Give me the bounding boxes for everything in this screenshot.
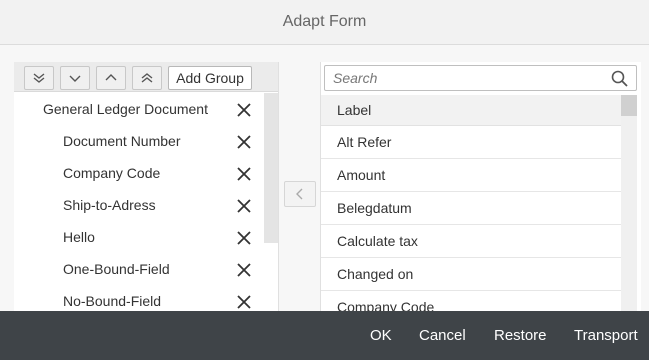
field-label: Company Code — [63, 165, 161, 181]
field-label: Ship-to-Adress — [63, 197, 156, 213]
list-item[interactable]: Amount — [321, 159, 621, 192]
remove-field-icon[interactable] — [236, 198, 252, 214]
available-fields-list: Label Alt Refer Amount Belegdatum Calcul… — [321, 95, 621, 311]
dialog-header: Adapt Form — [0, 0, 649, 45]
move-down-button[interactable] — [60, 66, 90, 90]
search-field[interactable] — [324, 65, 637, 91]
list-item[interactable]: Company Code — [321, 291, 621, 311]
chevron-down-icon — [69, 75, 81, 82]
list-item[interactable]: Alt Refer — [321, 126, 621, 159]
restore-button[interactable]: Restore — [494, 311, 547, 360]
field-label: Hello — [63, 229, 95, 245]
field-label: One-Bound-Field — [63, 261, 170, 277]
list-header: Label — [321, 95, 621, 126]
list-item[interactable]: Changed on — [321, 258, 621, 291]
list-item[interactable]: Calculate tax — [321, 225, 621, 258]
double-chevron-up-icon — [141, 73, 153, 83]
chevron-up-icon — [105, 74, 117, 81]
remove-field-icon[interactable] — [236, 230, 252, 246]
tree-field-row[interactable]: No-Bound-Field — [14, 285, 264, 311]
dialog-footer: OK Cancel Restore Transport — [0, 311, 649, 360]
search-icon[interactable] — [611, 70, 628, 87]
field-label: Document Number — [63, 133, 181, 149]
search-input[interactable] — [325, 66, 605, 90]
list-scrollbar-thumb[interactable] — [621, 95, 637, 116]
dialog-title: Adapt Form — [282, 13, 367, 30]
transport-button[interactable]: Transport — [574, 311, 638, 360]
tree-field-row[interactable]: Hello — [14, 221, 264, 253]
remove-field-icon[interactable] — [236, 166, 252, 182]
tree-scrollbar[interactable] — [264, 93, 278, 243]
tree-toolbar: Add Group — [14, 62, 278, 92]
add-group-button[interactable]: Add Group — [168, 66, 252, 90]
tree-field-row[interactable]: Company Code — [14, 157, 264, 189]
move-to-form-button[interactable] — [284, 181, 316, 207]
double-chevron-down-icon — [33, 73, 45, 83]
ok-button[interactable]: OK — [370, 311, 392, 360]
available-fields-panel: Label Alt Refer Amount Belegdatum Calcul… — [320, 62, 641, 311]
field-label: No-Bound-Field — [63, 293, 162, 309]
chevron-left-icon — [296, 188, 303, 200]
list-scrollbar[interactable] — [621, 95, 637, 311]
tree-group-row[interactable]: General Ledger Document — [14, 93, 264, 125]
tree-field-row[interactable]: Ship-to-Adress — [14, 189, 264, 221]
form-fields-panel: Add Group General Ledger Document Docume… — [14, 62, 279, 311]
remove-field-icon[interactable] — [236, 294, 252, 310]
move-to-top-button[interactable] — [132, 66, 162, 90]
remove-field-icon[interactable] — [236, 134, 252, 150]
dialog-content: Add Group General Ledger Document Docume… — [0, 45, 649, 311]
move-to-bottom-button[interactable] — [24, 66, 54, 90]
remove-field-icon[interactable] — [236, 262, 252, 278]
move-up-button[interactable] — [96, 66, 126, 90]
tree-field-row[interactable]: Document Number — [14, 125, 264, 157]
list-item[interactable]: Belegdatum — [321, 192, 621, 225]
group-label: General Ledger Document — [43, 101, 208, 117]
form-tree: General Ledger Document Document Number … — [14, 93, 264, 311]
tree-field-row[interactable]: One-Bound-Field — [14, 253, 264, 285]
remove-group-icon[interactable] — [236, 102, 252, 118]
cancel-button[interactable]: Cancel — [419, 311, 466, 360]
